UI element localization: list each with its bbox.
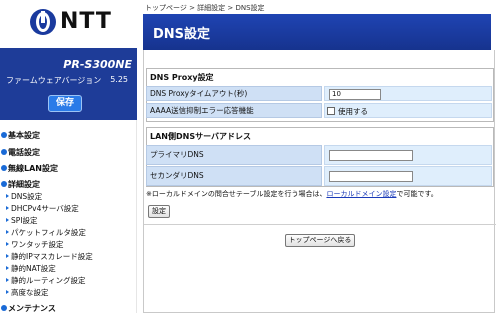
ntt-logo-icon: [30, 9, 56, 35]
sidebar-item-wireless[interactable]: 無線LAN設定: [1, 163, 58, 174]
triangle-icon: [6, 242, 9, 246]
triangle-icon: [6, 194, 9, 198]
apply-button[interactable]: 設定: [148, 205, 170, 218]
page-title: DNS設定: [153, 27, 211, 42]
settings-panel: DNS Proxy設定 DNS Proxyタイムアウト(秒) 10 AAAA送信…: [143, 50, 496, 313]
sidebar-subitem-packet-filter[interactable]: パケットフィルタ設定: [6, 227, 86, 238]
sidebar-subitem-advanced-settings[interactable]: 高度な設定: [6, 287, 49, 298]
sidebar-subitem-static-ip-masq[interactable]: 静的IPマスカレード設定: [6, 251, 93, 262]
breadcrumb: トップページ > 詳細設定 > DNS設定: [145, 4, 265, 12]
local-domain-settings-link[interactable]: ローカルドメイン設定: [326, 190, 396, 198]
aaaa-suppress-checkbox[interactable]: [327, 107, 335, 115]
bullet-icon: [1, 131, 7, 138]
primary-dns-input[interactable]: [329, 150, 413, 161]
triangle-icon: [6, 290, 9, 294]
local-domain-note: ※ローカルドメインの問合せテーブル設定を行う場合は、ローカルドメイン設定で可能で…: [146, 190, 438, 198]
aaaa-suppress-option-label: 使用する: [338, 107, 368, 116]
sidebar-subitem-dhcp[interactable]: DHCPv4サーバ設定: [6, 203, 79, 214]
dns-proxy-timeout-row: DNS Proxyタイムアウト(秒) 10: [146, 86, 492, 101]
sidebar-item-maintenance[interactable]: メンテナンス: [1, 303, 56, 313]
save-button[interactable]: 保存: [48, 95, 82, 112]
triangle-icon: [6, 278, 9, 282]
triangle-icon: [6, 254, 9, 258]
bullet-icon: [1, 180, 7, 187]
aaaa-suppress-label: AAAA送信抑制エラー応答機能: [146, 103, 322, 118]
back-to-top-button[interactable]: トップページへ戻る: [285, 234, 355, 247]
triangle-icon: [6, 206, 9, 210]
dns-proxy-timeout-label: DNS Proxyタイムアウト(秒): [146, 86, 322, 101]
sidebar: NTT PR-S300NE ファームウェアバージョン 5.25 保存 基本設定 …: [0, 0, 137, 313]
sidebar-subitem-dns[interactable]: DNS設定: [6, 191, 42, 202]
bullet-icon: [1, 148, 7, 155]
model-name: PR-S300NE: [63, 58, 132, 71]
secondary-dns-row: セカンダリDNS: [146, 166, 492, 186]
triangle-icon: [6, 218, 9, 222]
main-content: トップページ > 詳細設定 > DNS設定 DNS設定 DNS Proxy設定 …: [143, 0, 500, 313]
sidebar-item-basic[interactable]: 基本設定: [1, 130, 40, 141]
sidebar-subitem-spi[interactable]: SPI設定: [6, 215, 38, 226]
sidebar-subitem-static-nat[interactable]: 静的NAT設定: [6, 263, 56, 274]
sidebar-subitem-one-touch[interactable]: ワンタッチ設定: [6, 239, 64, 250]
primary-dns-row: プライマリDNS: [146, 145, 492, 165]
secondary-dns-input[interactable]: [329, 171, 413, 182]
divider: [144, 224, 496, 225]
title-bar: DNS設定: [143, 14, 496, 50]
device-info-panel: PR-S300NE ファームウェアバージョン 5.25 保存: [0, 48, 137, 120]
sidebar-item-advanced[interactable]: 詳細設定: [1, 179, 40, 190]
bullet-icon: [1, 164, 7, 171]
firmware-version: 5.25: [110, 75, 128, 84]
secondary-dns-label: セカンダリDNS: [146, 166, 322, 186]
dns-proxy-timeout-input[interactable]: 10: [329, 89, 381, 100]
triangle-icon: [6, 266, 9, 270]
bullet-icon: [1, 304, 7, 311]
sidebar-item-phone[interactable]: 電話設定: [1, 147, 40, 158]
firmware-label: ファームウェアバージョン: [6, 76, 102, 85]
aaaa-suppress-row: AAAA送信抑制エラー応答機能 使用する: [146, 103, 492, 118]
triangle-icon: [6, 230, 9, 234]
logo-area: NTT: [0, 0, 137, 48]
dns-proxy-section-title: DNS Proxy設定: [150, 73, 214, 82]
primary-dns-label: プライマリDNS: [146, 145, 322, 165]
sidebar-subitem-static-routing[interactable]: 静的ルーティング設定: [6, 275, 86, 286]
logo-text: NTT: [60, 9, 112, 34]
lan-dns-section-title: LAN側DNSサーバアドレス: [150, 132, 252, 141]
